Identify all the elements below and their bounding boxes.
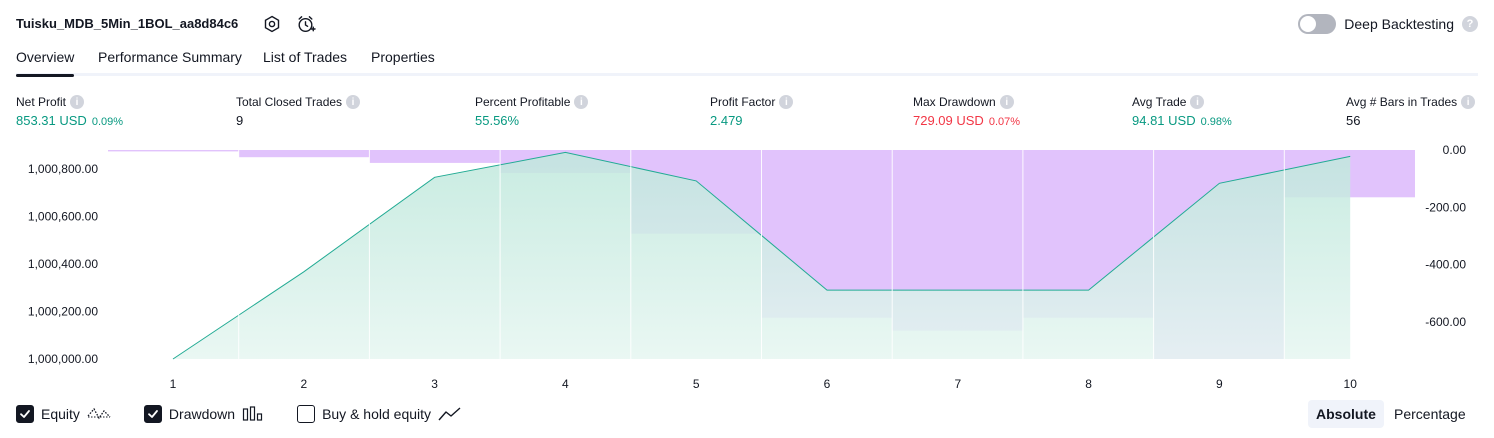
- drawdown-bar: [108, 150, 239, 152]
- y-right-tick-label: -200.00: [1425, 200, 1466, 214]
- legend-label: Equity: [41, 406, 80, 422]
- chart-legend: Equity Drawdown Buy & hold equity: [16, 402, 495, 426]
- legend-buy-hold-equity[interactable]: Buy & hold equity: [297, 405, 462, 423]
- legend-label: Drawdown: [168, 406, 236, 422]
- legend-drawdown[interactable]: Drawdown: [143, 405, 264, 423]
- x-tick-label: 5: [693, 377, 700, 391]
- legend-equity[interactable]: Equity: [16, 405, 111, 423]
- buy-hold-checkbox[interactable]: [297, 405, 316, 423]
- equity-line-icon: [87, 407, 111, 420]
- x-tick-label: 10: [1344, 377, 1358, 391]
- checkmark-icon: [148, 410, 158, 418]
- y-left-tick-label: 1,000,000.00: [28, 352, 98, 366]
- x-tick-label: 1: [170, 377, 177, 391]
- x-tick-label: 3: [431, 377, 438, 391]
- y-left-tick-label: 1,000,600.00: [28, 210, 98, 224]
- y-right-tick-label: -600.00: [1425, 315, 1466, 329]
- drawdown-bars-icon: [242, 406, 263, 421]
- y-left-tick-label: 1,000,200.00: [28, 305, 98, 319]
- equity-drawdown-chart[interactable]: 1,000,000.00 1,000,200.00 1,000,400.00 1,00…: [0, 0, 1494, 438]
- equity-checkbox[interactable]: [16, 405, 34, 423]
- x-tick-label: 6: [824, 377, 831, 391]
- x-tick-label: 9: [1216, 377, 1223, 391]
- y-right-tick-label: -400.00: [1425, 258, 1466, 272]
- absolute-mode-button[interactable]: Absolute: [1308, 400, 1384, 428]
- x-tick-label: 2: [300, 377, 307, 391]
- y-left-tick-label: 1,000,400.00: [28, 257, 98, 271]
- percentage-mode-button[interactable]: Percentage: [1386, 400, 1474, 428]
- drawdown-bar: [238, 150, 370, 158]
- drawdown-checkbox[interactable]: [143, 405, 162, 423]
- y-right-tick-label: 0.00: [1443, 143, 1467, 157]
- y-left-tick-label: 1,000,800.00: [28, 162, 98, 176]
- x-tick-label: 7: [954, 377, 961, 391]
- x-tick-label: 8: [1085, 377, 1092, 391]
- buy-hold-line-icon: [438, 407, 461, 421]
- legend-label: Buy & hold equity: [322, 406, 432, 422]
- drawdown-bar: [369, 150, 501, 163]
- checkmark-icon: [20, 410, 30, 418]
- x-tick-label: 4: [562, 377, 569, 391]
